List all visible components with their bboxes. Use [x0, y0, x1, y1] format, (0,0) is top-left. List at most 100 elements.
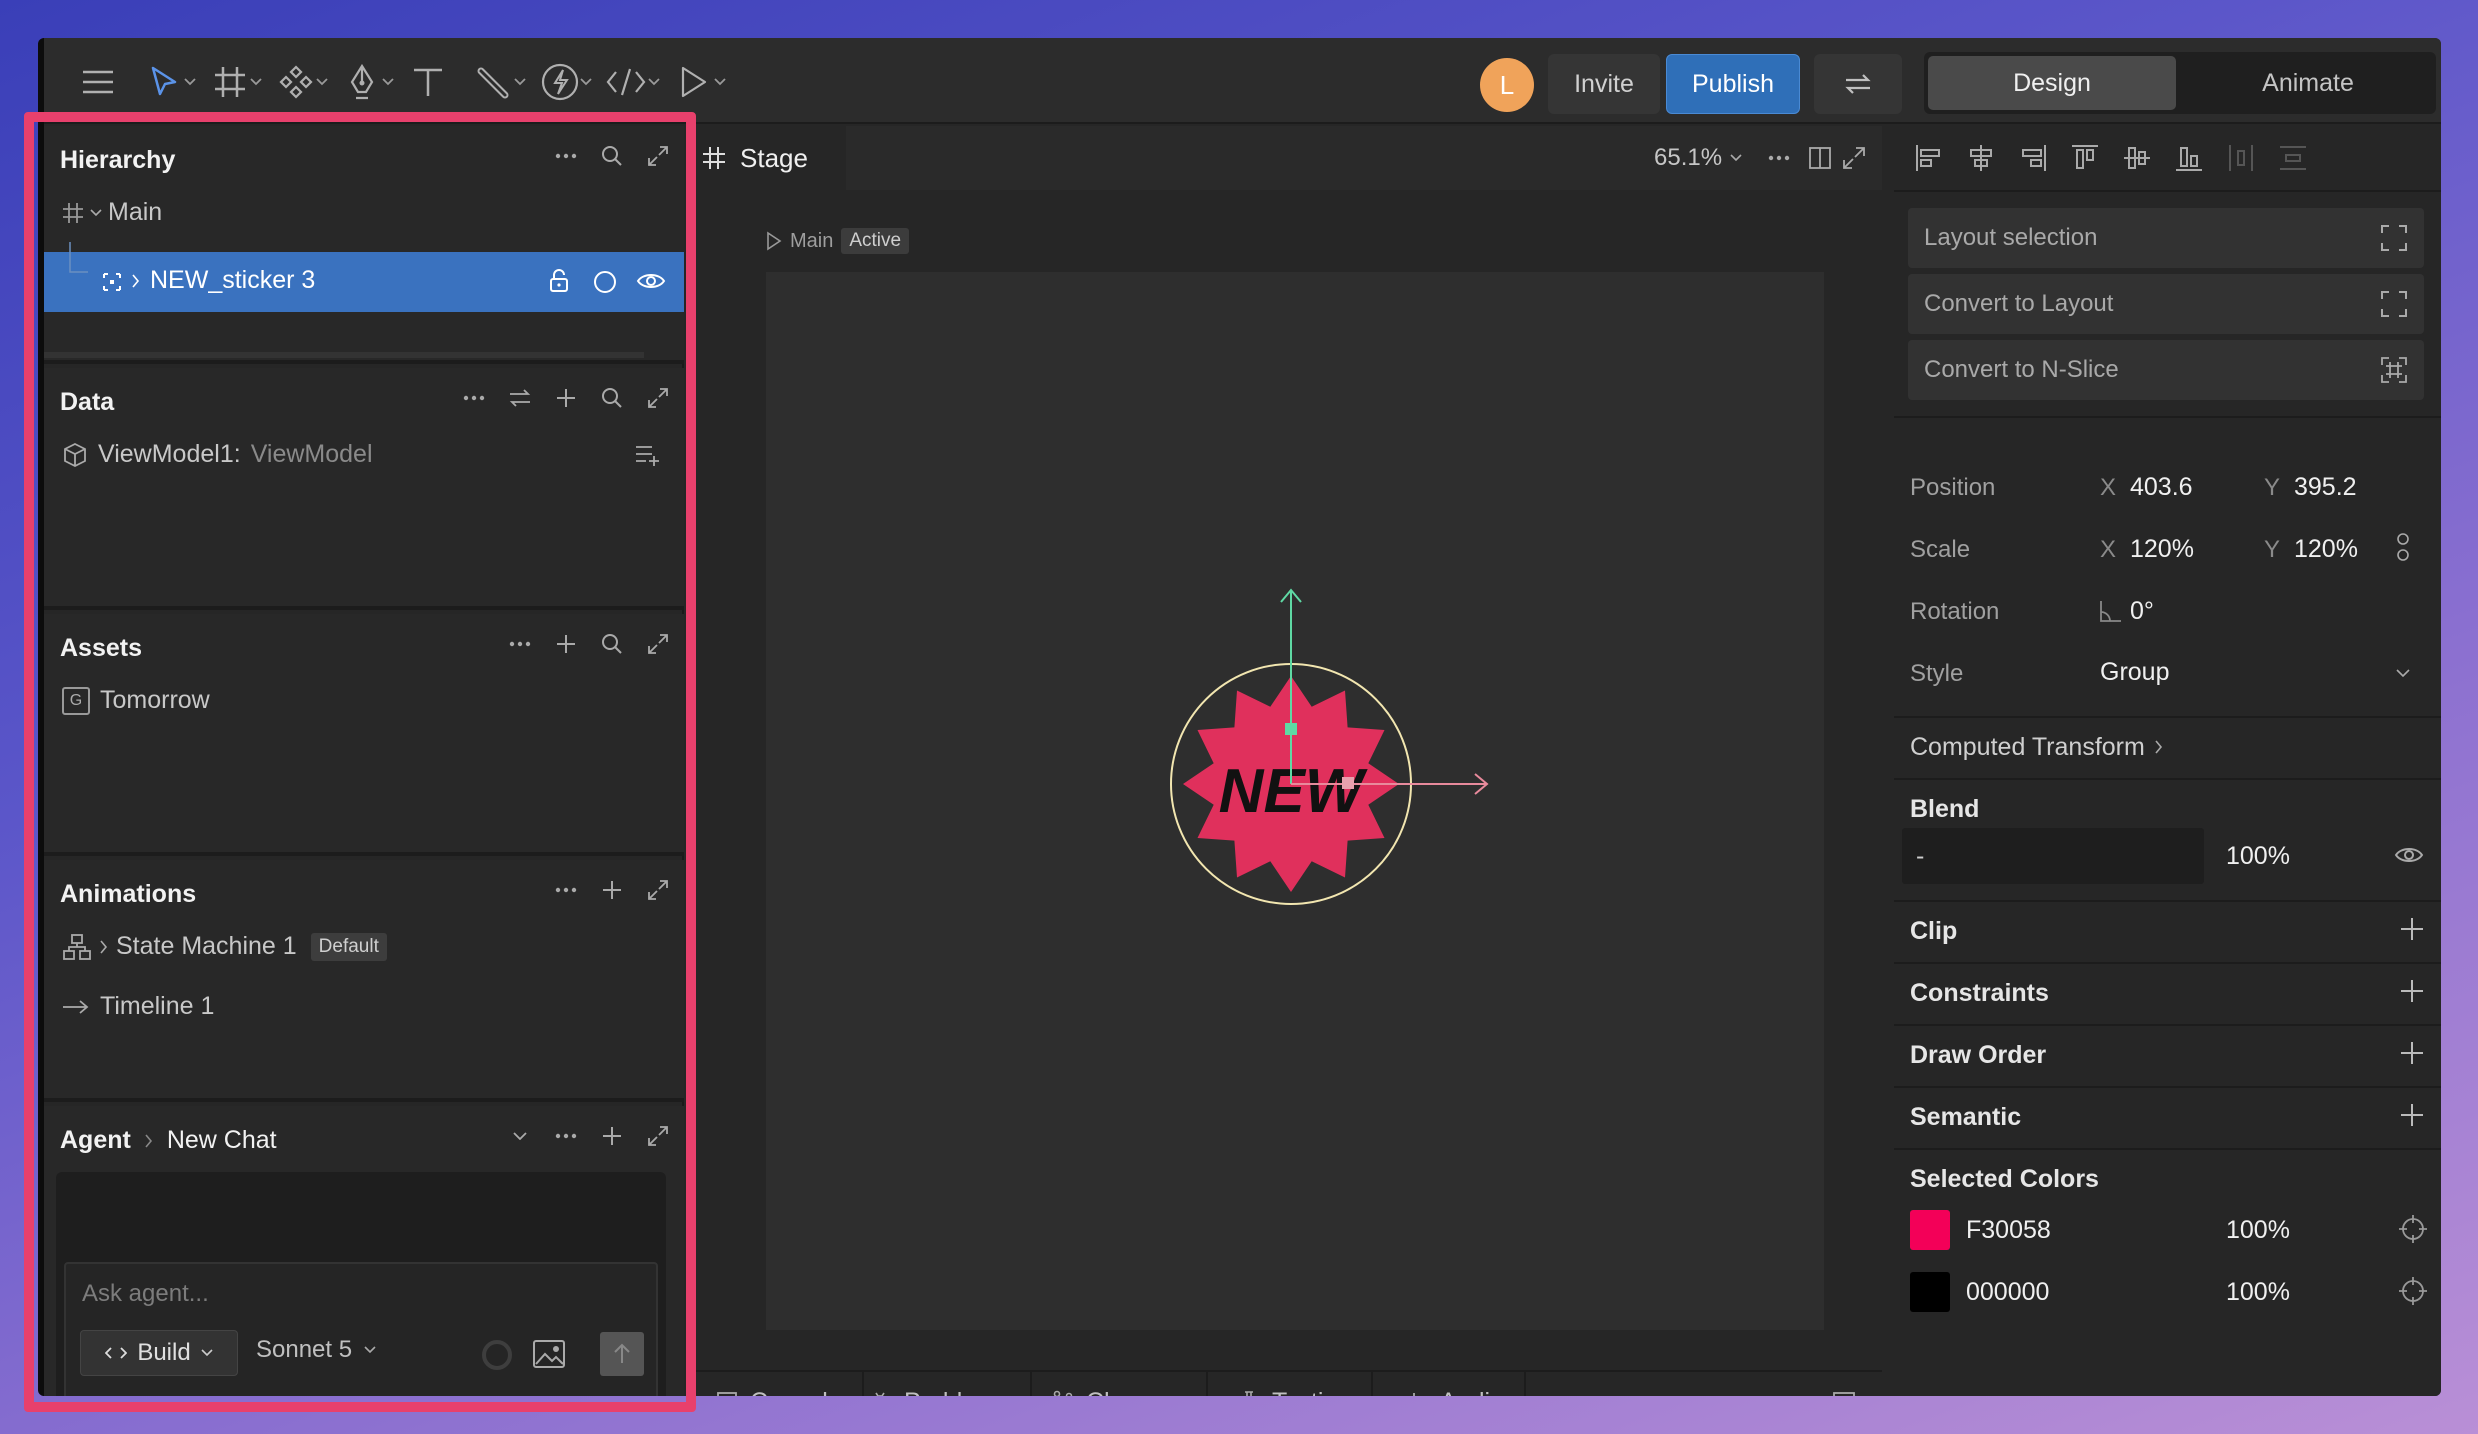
align-left-icon[interactable] — [1914, 143, 1944, 173]
scale-y-field[interactable]: 120% — [2294, 535, 2358, 564]
scale-x-field[interactable]: 120% — [2130, 535, 2194, 564]
component-tool-icon[interactable] — [274, 60, 318, 104]
agent-input-placeholder[interactable]: Ask agent... — [82, 1280, 209, 1308]
align-right-icon[interactable] — [2018, 143, 2048, 173]
constraints-row[interactable]: Constraints — [1894, 962, 2441, 1022]
chevron-right-icon[interactable] — [100, 939, 108, 954]
y-handle[interactable] — [1285, 723, 1297, 735]
plus-icon[interactable] — [550, 382, 582, 414]
align-bottom-icon[interactable] — [2174, 143, 2204, 173]
chevron-down-icon[interactable] — [182, 74, 198, 90]
select-tool-icon[interactable] — [142, 60, 186, 104]
frame-tool-icon[interactable] — [208, 60, 252, 104]
more-icon[interactable] — [458, 382, 490, 414]
clip-row[interactable]: Clip — [1894, 900, 2441, 960]
plus-icon[interactable] — [2399, 1040, 2425, 1066]
plus-icon[interactable] — [596, 1120, 628, 1152]
event-tool-icon[interactable] — [538, 60, 582, 104]
color-hex-field[interactable]: 000000 — [1966, 1278, 2049, 1307]
swap-icon[interactable] — [504, 382, 536, 414]
more-icon[interactable] — [550, 140, 582, 172]
user-avatar[interactable]: L — [1480, 58, 1534, 112]
expand-icon[interactable] — [642, 140, 674, 172]
more-icon[interactable] — [504, 628, 536, 660]
send-button[interactable] — [600, 1332, 644, 1376]
asset-row[interactable]: G Tomorrow — [62, 686, 210, 715]
expand-icon[interactable] — [642, 874, 674, 906]
search-icon[interactable] — [596, 628, 628, 660]
color-swatch[interactable] — [1910, 1272, 1950, 1312]
target-icon[interactable] — [2398, 1214, 2428, 1244]
plus-icon[interactable] — [550, 628, 582, 660]
blend-mode-field[interactable]: - — [1902, 828, 2204, 884]
plus-icon[interactable] — [596, 874, 628, 906]
eye-icon[interactable] — [2394, 844, 2424, 866]
draw-order-row[interactable]: Draw Order — [1894, 1024, 2441, 1084]
chevron-down-icon[interactable] — [646, 74, 662, 90]
chevron-down-icon[interactable] — [380, 74, 396, 90]
expand-icon[interactable] — [642, 1120, 674, 1152]
play-icon[interactable] — [766, 231, 782, 251]
layout-selection-button[interactable]: Layout selection — [1908, 208, 2424, 268]
panel-toggle-icon[interactable] — [1832, 1391, 1856, 1396]
distribute-v-icon[interactable] — [2278, 143, 2308, 173]
link-scale-icon[interactable] — [2396, 532, 2410, 562]
artboard[interactable]: NEW — [766, 272, 1824, 1330]
plus-icon[interactable] — [2399, 916, 2425, 942]
color-swatch[interactable] — [1910, 1210, 1950, 1250]
chevron-down-icon[interactable] — [314, 74, 330, 90]
tab-audio[interactable]: Audio — [1384, 1372, 1526, 1396]
code-tool-icon[interactable] — [604, 60, 648, 104]
align-top-icon[interactable] — [2070, 143, 2100, 173]
plus-icon[interactable] — [2399, 1102, 2425, 1128]
viewmodel-row[interactable]: ViewModel1: ViewModel — [62, 440, 373, 469]
chat-name[interactable]: New Chat — [167, 1126, 277, 1155]
menu-icon[interactable] — [76, 60, 120, 104]
chevron-right-icon[interactable] — [132, 274, 140, 288]
solo-icon[interactable] — [592, 269, 618, 295]
hierarchy-selected-item[interactable]: NEW_sticker 3 — [44, 242, 684, 312]
hierarchy-root-row[interactable]: Main — [62, 198, 162, 227]
zoom-dropdown[interactable]: 65.1% — [1654, 144, 1742, 172]
chevron-down-icon[interactable] — [504, 1120, 536, 1152]
eye-icon[interactable] — [636, 270, 666, 292]
expand-icon[interactable] — [1842, 146, 1866, 170]
chevron-down-icon[interactable] — [712, 74, 728, 90]
tab-console[interactable]: Console — [696, 1372, 864, 1396]
bone-tool-icon[interactable] — [472, 60, 516, 104]
rotation-field[interactable]: 0° — [2130, 597, 2154, 626]
convert-to-layout-button[interactable]: Convert to Layout — [1908, 274, 2424, 334]
target-icon[interactable] — [2398, 1276, 2428, 1306]
model-dropdown[interactable]: Sonnet 5 — [256, 1336, 376, 1364]
split-view-icon[interactable] — [1808, 146, 1832, 170]
chevron-down-icon[interactable] — [248, 74, 264, 90]
build-mode-dropdown[interactable]: Build — [80, 1330, 238, 1376]
more-icon[interactable] — [550, 874, 582, 906]
hierarchy-scrollbar[interactable] — [44, 352, 644, 358]
invite-button[interactable]: Invite — [1548, 54, 1660, 114]
position-x-field[interactable]: 403.6 — [2130, 473, 2193, 502]
agent-input-box[interactable]: Ask agent... Build Sonnet 5 — [64, 1262, 658, 1396]
computed-transform-row[interactable]: Computed Transform — [1894, 716, 2441, 776]
chevron-down-icon[interactable] — [512, 74, 528, 90]
convert-to-nslice-button[interactable]: Convert to N-Slice — [1908, 340, 2424, 400]
publish-button[interactable]: Publish — [1666, 54, 1800, 114]
color-hex-field[interactable]: F30058 — [1966, 1216, 2051, 1245]
search-icon[interactable] — [596, 140, 628, 172]
x-handle[interactable] — [1342, 777, 1354, 789]
state-machine-row[interactable]: State Machine 1 Default — [62, 932, 387, 961]
tab-design[interactable]: Design — [1928, 56, 2176, 110]
expand-icon[interactable] — [642, 628, 674, 660]
expand-icon[interactable] — [642, 382, 674, 414]
timeline-row[interactable]: Timeline 1 — [62, 992, 214, 1021]
more-icon[interactable] — [550, 1120, 582, 1152]
align-center-h-icon[interactable] — [1966, 143, 1996, 173]
search-icon[interactable] — [596, 382, 628, 414]
tab-animate[interactable]: Animate — [2184, 56, 2432, 110]
style-dropdown[interactable]: Group — [2100, 658, 2410, 687]
text-tool-icon[interactable] — [406, 60, 450, 104]
tab-stage[interactable]: Stage — [696, 126, 846, 190]
position-y-field[interactable]: 395.2 — [2294, 473, 2357, 502]
add-property-icon[interactable] — [634, 444, 662, 466]
lock-icon[interactable] — [548, 268, 570, 294]
